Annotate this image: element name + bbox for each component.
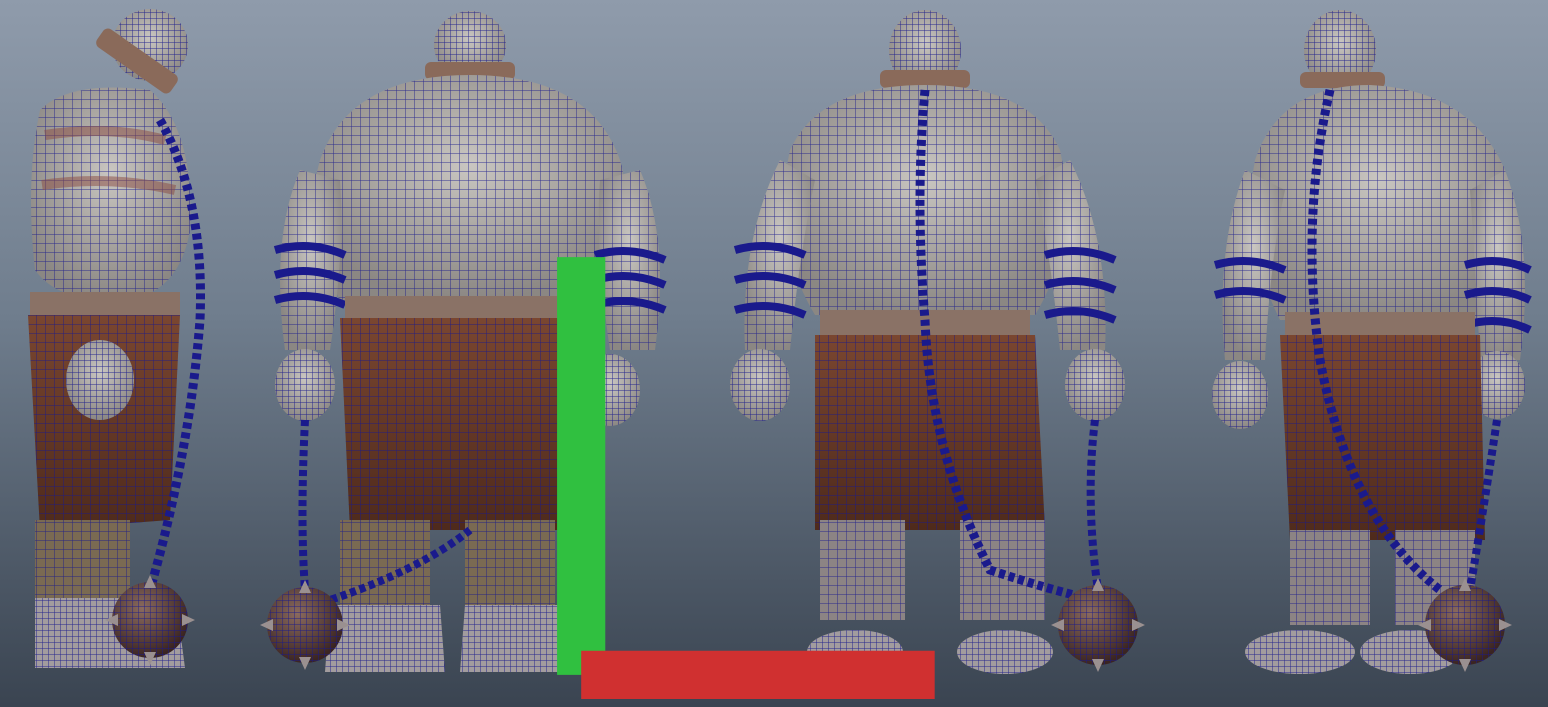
axis-gizmo-icon (557, 257, 935, 699)
maya-viewport[interactable] (0, 0, 1548, 707)
